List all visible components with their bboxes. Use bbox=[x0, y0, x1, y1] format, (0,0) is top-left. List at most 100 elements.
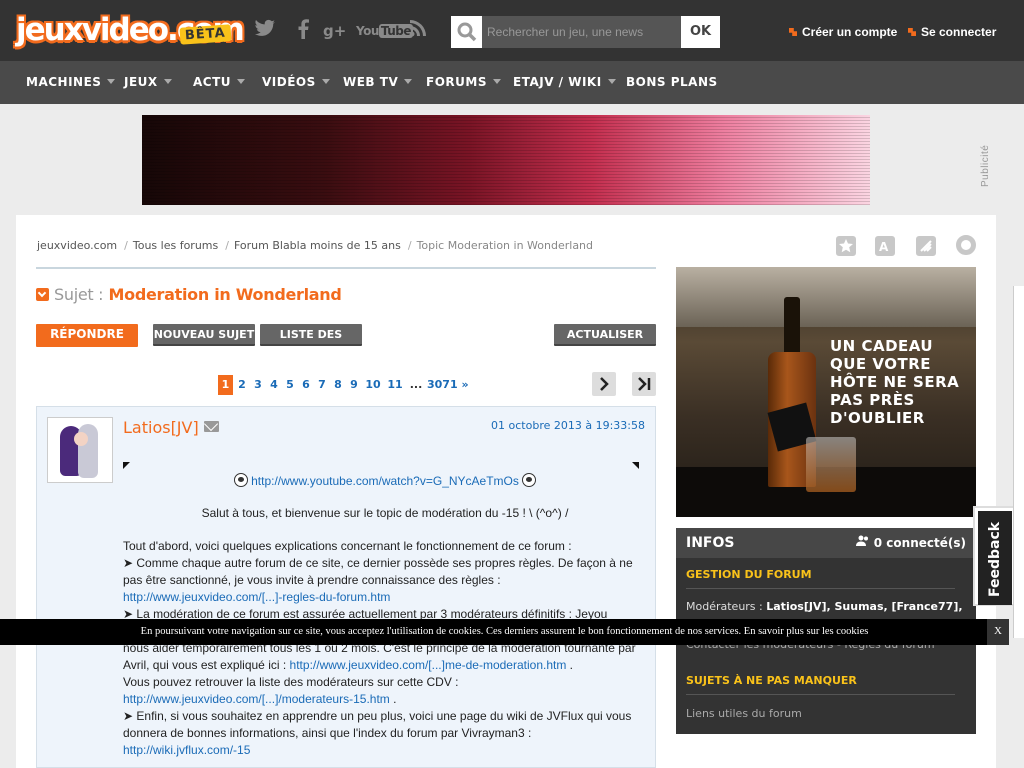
post-date[interactable]: 01 octobre 2013 à 19:33:58 bbox=[491, 419, 645, 432]
nav-forums[interactable]: FORUMS bbox=[426, 61, 501, 104]
new-topic-button[interactable]: NOUVEAU SUJET bbox=[153, 324, 255, 346]
moderators-names[interactable]: Latios[JV], Suumas, [France77], bbox=[766, 600, 962, 613]
wiki-link[interactable]: http://wiki.jvflux.com/-15 bbox=[123, 743, 250, 757]
infos-header: INFOS 0 connecté(s) bbox=[676, 528, 976, 558]
avatar[interactable] bbox=[47, 417, 113, 483]
moderation-link[interactable]: http://www.jeuxvideo.com/[...]me-de-mode… bbox=[290, 658, 567, 672]
glass-image bbox=[806, 437, 856, 492]
topic-title: Sujet : Moderation in Wonderland bbox=[36, 285, 342, 304]
subject-title: Moderation in Wonderland bbox=[108, 285, 342, 304]
page-3[interactable]: 3 bbox=[252, 375, 264, 394]
period: . bbox=[393, 692, 397, 706]
ad-label: Publicité bbox=[980, 144, 991, 187]
scrollbar[interactable] bbox=[1013, 286, 1024, 638]
divider bbox=[36, 267, 656, 269]
post-author[interactable]: Latios[JV] bbox=[123, 418, 199, 437]
nav-actu[interactable]: ACTU bbox=[193, 61, 246, 104]
last-page-arrow-icon[interactable] bbox=[632, 372, 656, 396]
page-11[interactable]: 11 bbox=[386, 375, 404, 394]
page-next[interactable]: » bbox=[459, 375, 471, 394]
users-icon bbox=[855, 535, 870, 550]
period: . bbox=[569, 658, 574, 672]
breadcrumb-sep: / bbox=[124, 239, 128, 252]
breadcrumb-forum[interactable]: Forum Blabla moins de 15 ans bbox=[234, 239, 401, 252]
collapse-icon[interactable] bbox=[36, 288, 49, 301]
chevron-down-icon bbox=[607, 79, 616, 84]
subject-label: Sujet : bbox=[54, 285, 104, 304]
post-body: http://www.youtube.com/watch?v=G_NYcAeTm… bbox=[123, 473, 647, 759]
rss-icon[interactable] bbox=[409, 19, 427, 43]
nav-machines[interactable]: MACHINES bbox=[26, 61, 116, 104]
mail-icon[interactable] bbox=[204, 421, 219, 432]
youtube-link[interactable]: http://www.youtube.com/watch?v=G_NYcAeTm… bbox=[251, 474, 519, 488]
rules-link[interactable]: http://www.jeuxvideo.com/[...]-regles-du… bbox=[123, 590, 390, 604]
reply-button[interactable]: RÉPONDRE bbox=[36, 324, 138, 347]
page-7[interactable]: 7 bbox=[316, 375, 328, 394]
chevron-down-icon bbox=[321, 79, 330, 84]
nav-label: ETAJV / WIKI bbox=[513, 75, 602, 89]
nav-webtv[interactable]: WEB TV bbox=[343, 61, 413, 104]
page-2[interactable]: 2 bbox=[236, 375, 248, 394]
feedback-tab[interactable]: Feedback bbox=[973, 506, 1013, 606]
post-greeting: Salut à tous, et bienvenue sur le topic … bbox=[201, 506, 569, 520]
twitter-icon[interactable] bbox=[254, 19, 276, 43]
cookie-close-button[interactable]: X bbox=[987, 619, 1009, 645]
search-submit-button[interactable]: OK bbox=[681, 16, 720, 48]
nav-etajv-wiki[interactable]: ETAJV / WIKI bbox=[513, 61, 616, 104]
post-rules-text: ➤ Comme chaque autre forum de ce site, c… bbox=[123, 556, 633, 587]
page-1[interactable]: 1 bbox=[218, 375, 233, 395]
topic-list-button[interactable]: LISTE DES SUJETS bbox=[260, 324, 362, 362]
ad-banner[interactable] bbox=[142, 115, 870, 205]
youtube-icon[interactable]: You Tube bbox=[356, 19, 414, 43]
useful-links-link[interactable]: Liens utiles du forum bbox=[686, 707, 802, 720]
connected-count: 0 connecté(s) bbox=[855, 528, 966, 558]
login-link[interactable]: Se connecter bbox=[908, 25, 996, 39]
nav-label: ACTU bbox=[193, 75, 232, 89]
feedback-label: Feedback bbox=[987, 521, 1003, 597]
page-6[interactable]: 6 bbox=[300, 375, 312, 394]
search-icon[interactable] bbox=[451, 16, 482, 48]
cdv-link[interactable]: http://www.jeuxvideo.com/[...]/moderateu… bbox=[123, 692, 390, 706]
page-last[interactable]: 3071 bbox=[427, 375, 458, 394]
breadcrumb-home[interactable]: jeuxvideo.com bbox=[37, 239, 117, 252]
breadcrumb-all-forums[interactable]: Tous les forums bbox=[133, 239, 218, 252]
settings-gear-icon[interactable] bbox=[956, 235, 976, 255]
cookie-banner: En poursuivant votre navigation sur ce s… bbox=[0, 619, 1009, 645]
page-10[interactable]: 10 bbox=[364, 375, 382, 394]
chevron-down-icon bbox=[404, 79, 413, 84]
search-input[interactable] bbox=[482, 16, 682, 48]
facebook-icon[interactable] bbox=[297, 19, 309, 43]
quote-corner-icon bbox=[632, 462, 639, 469]
moderators-label: Modérateurs : bbox=[686, 600, 763, 613]
breadcrumb: jeuxvideo.com / Tous les forums / Forum Blab… bbox=[37, 239, 595, 252]
nav-bons-plans[interactable]: BONS PLANS bbox=[626, 61, 718, 104]
ad-background bbox=[676, 267, 976, 327]
nav-label: BONS PLANS bbox=[626, 75, 718, 89]
forum-post: Latios[JV] 01 octobre 2013 à 19:33:58 ht… bbox=[36, 406, 656, 768]
page-9[interactable]: 9 bbox=[348, 375, 360, 394]
sidebar-ad[interactable]: UN CADEAU QUE VOTRE HÔTE NE SERA PAS PRÈ… bbox=[676, 267, 976, 517]
page-4[interactable]: 4 bbox=[268, 375, 280, 394]
main-nav: MACHINES JEUX ACTU VIDÉOS WEB TV FORUMS … bbox=[0, 61, 1024, 104]
nav-videos[interactable]: VIDÉOS bbox=[262, 61, 330, 104]
divider bbox=[686, 588, 955, 589]
top-header: jeuxvideo.com BÊTA g+ YouTube OK Créer u… bbox=[0, 0, 1024, 61]
quote-corner-icon bbox=[123, 462, 130, 469]
favorite-star-icon[interactable] bbox=[836, 236, 856, 256]
breadcrumb-sep: / bbox=[225, 239, 229, 252]
page-5[interactable]: 5 bbox=[284, 375, 296, 394]
nav-label: VIDÉOS bbox=[262, 75, 316, 89]
divider bbox=[686, 694, 955, 695]
history-icon[interactable] bbox=[916, 236, 936, 256]
must-read-heading: SUJETS À NE PAS MANQUER bbox=[686, 674, 857, 687]
smiley-icon bbox=[233, 473, 248, 487]
refresh-button[interactable]: ACTUALISER bbox=[554, 324, 656, 346]
create-account-link[interactable]: Créer un compte bbox=[789, 25, 897, 39]
googleplus-icon[interactable]: g+ bbox=[323, 19, 346, 43]
post-cdv-text: Vous pouvez retrouver la liste des modér… bbox=[123, 675, 459, 689]
page-8[interactable]: 8 bbox=[332, 375, 344, 394]
text-size-icon[interactable]: A bbox=[875, 236, 895, 256]
next-page-arrow-icon[interactable] bbox=[592, 372, 616, 396]
nav-jeux[interactable]: JEUX bbox=[124, 61, 172, 104]
breadcrumb-sep: / bbox=[407, 239, 412, 252]
